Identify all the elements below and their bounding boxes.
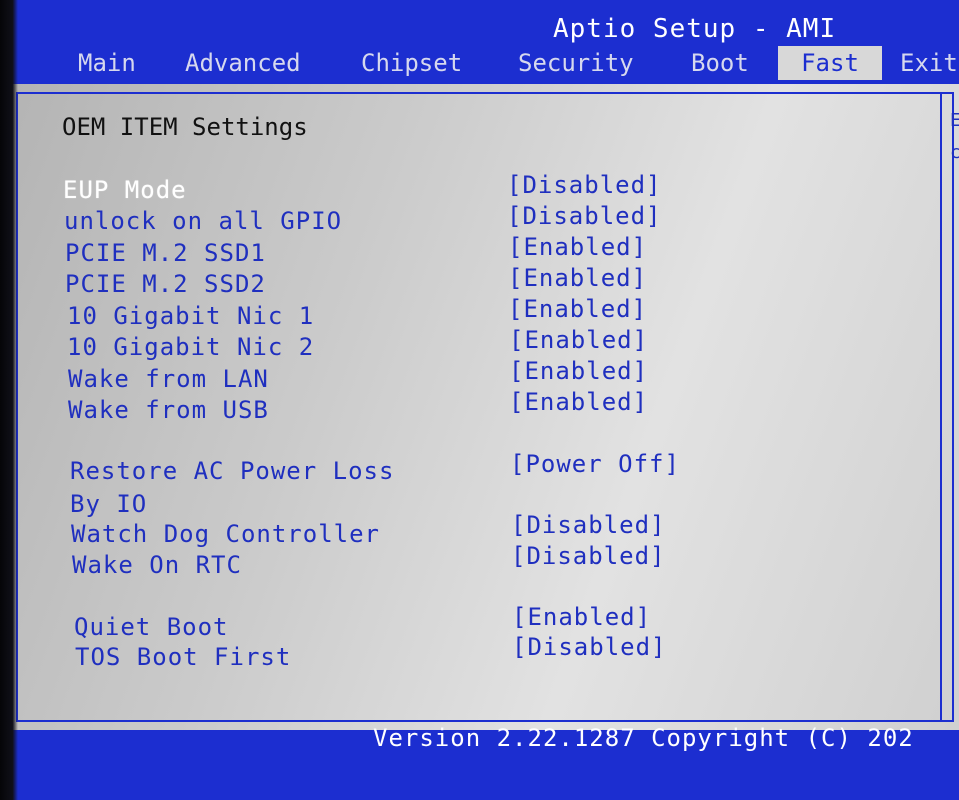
setting-restore-ac-label[interactable]: Restore AC Power Loss — [70, 457, 394, 485]
setting-eup-mode-label[interactable]: EUP Mode — [63, 176, 187, 204]
tab-chipset[interactable]: Chipset — [349, 46, 474, 80]
setting-wake-lan-label[interactable]: Wake from LAN — [68, 365, 269, 393]
tab-main[interactable]: Main — [66, 46, 148, 80]
setting-wake-lan-value[interactable]: [Enabled] — [509, 357, 648, 385]
help-text-fragment: c — [950, 142, 959, 163]
setting-quiet-boot-value[interactable]: [Enabled] — [512, 603, 651, 631]
app-title: Aptio Setup - AMI — [553, 14, 837, 44]
setting-watchdog-value[interactable]: [Disabled] — [511, 511, 666, 539]
tab-boot[interactable]: Boot — [679, 46, 761, 80]
tab-fast[interactable]: Fast — [778, 46, 882, 80]
setting-wake-rtc-value[interactable]: [Disabled] — [511, 542, 666, 570]
setting-wake-usb-label[interactable]: Wake from USB — [68, 396, 269, 424]
setting-wake-usb-value[interactable]: [Enabled] — [509, 388, 648, 416]
setting-restore-ac-value[interactable]: [Power Off] — [510, 450, 680, 478]
section-title: OEM ITEM Settings — [62, 113, 308, 141]
setting-pcie-ssd2-label[interactable]: PCIE M.2 SSD2 — [65, 270, 266, 298]
monitor-bezel — [0, 0, 18, 800]
setting-pcie-ssd2-value[interactable]: [Enabled] — [508, 264, 647, 292]
setting-quiet-boot-label[interactable]: Quiet Boot — [74, 613, 229, 641]
setting-wake-rtc-label[interactable]: Wake On RTC — [72, 551, 242, 579]
setting-by-io-label: By IO — [70, 490, 148, 518]
setting-tos-boot-value[interactable]: [Disabled] — [512, 633, 667, 661]
tab-advanced[interactable]: Advanced — [173, 46, 313, 80]
setting-tos-boot-label[interactable]: TOS Boot First — [75, 643, 291, 671]
version-footer: Version 2.22.1287 Copyright (C) 202 — [373, 724, 914, 752]
setting-nic1-label[interactable]: 10 Gigabit Nic 1 — [67, 302, 314, 330]
tab-exit[interactable]: Exit — [888, 46, 959, 80]
setting-nic2-label[interactable]: 10 Gigabit Nic 2 — [67, 333, 314, 361]
setting-nic2-value[interactable]: [Enabled] — [509, 326, 648, 354]
bios-screen: Aptio Setup - AMI Main Advanced Chipset … — [0, 0, 959, 800]
menu-tabs: Main Advanced Chipset Security Boot Fast… — [0, 44, 959, 80]
help-panel-divider — [940, 92, 942, 722]
setting-nic1-value[interactable]: [Enabled] — [508, 295, 647, 323]
setting-pcie-ssd1-label[interactable]: PCIE M.2 SSD1 — [65, 239, 266, 267]
setting-unlock-gpio-label[interactable]: unlock on all GPIO — [64, 207, 342, 235]
setting-unlock-gpio-value[interactable]: [Disabled] — [507, 202, 662, 230]
tab-security[interactable]: Security — [506, 46, 646, 80]
setting-eup-mode-value[interactable]: [Disabled] — [507, 171, 662, 199]
setting-watchdog-label[interactable]: Watch Dog Controller — [71, 520, 380, 548]
help-text-fragment: E — [950, 110, 959, 131]
setting-pcie-ssd1-value[interactable]: [Enabled] — [508, 233, 647, 261]
